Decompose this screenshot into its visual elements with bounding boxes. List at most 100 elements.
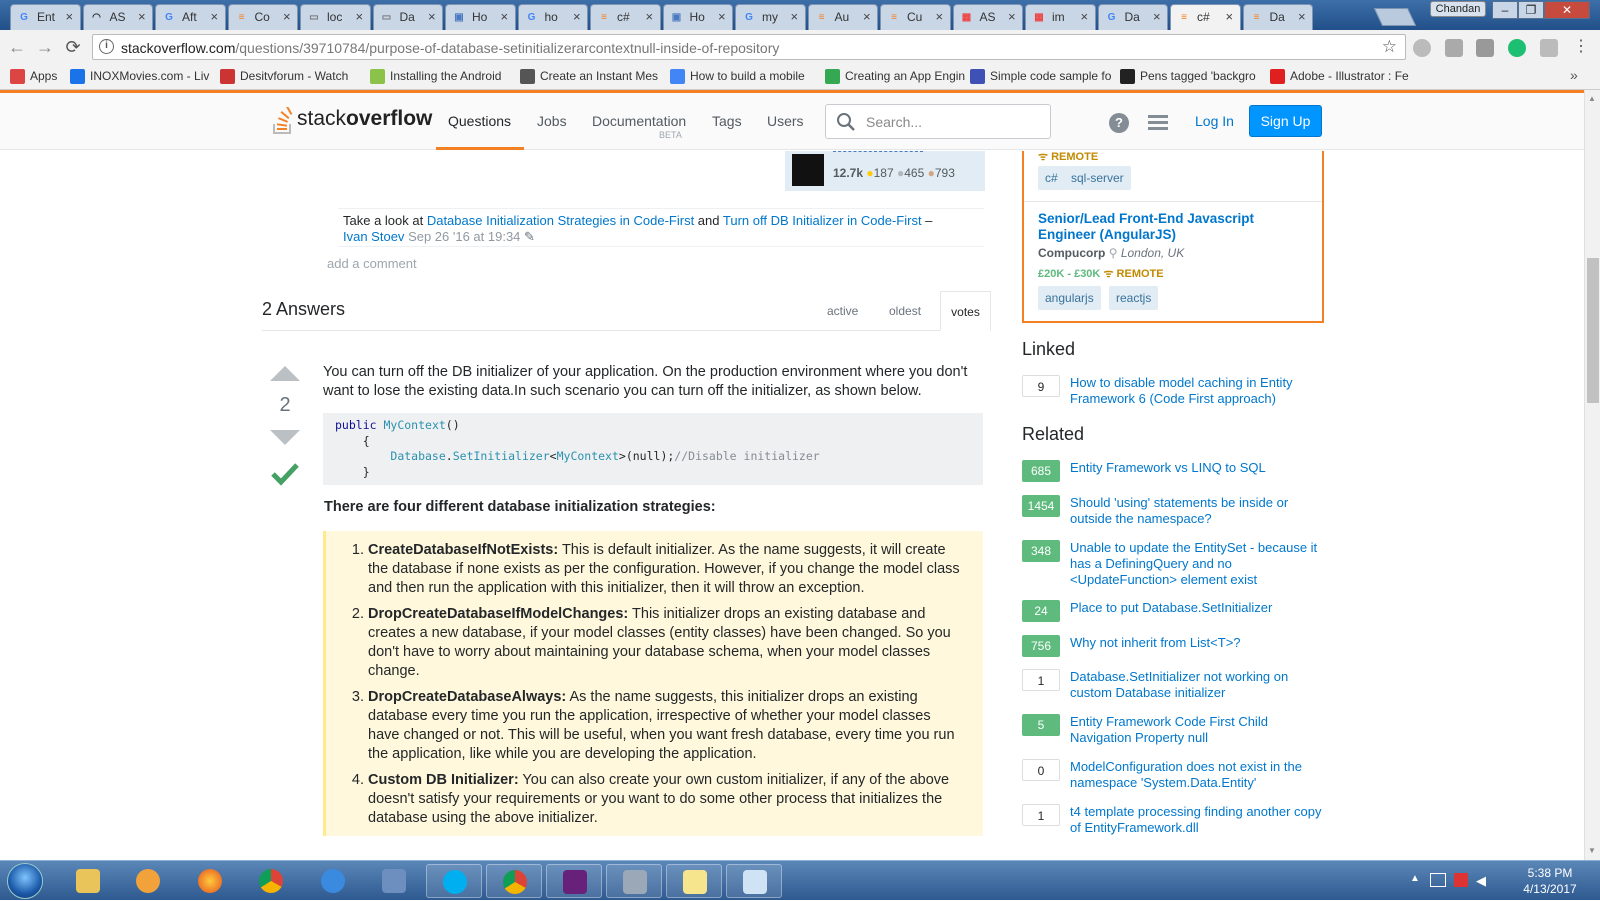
close-tab-icon[interactable]: × bbox=[936, 9, 944, 24]
question-link[interactable]: t4 template processing finding another c… bbox=[1070, 804, 1324, 836]
close-tab-icon[interactable]: × bbox=[138, 9, 146, 24]
close-tab-icon[interactable]: × bbox=[573, 9, 581, 24]
bookmark-item[interactable]: Desitvforum - Watch bbox=[220, 69, 348, 84]
back-icon[interactable]: ← bbox=[6, 36, 28, 58]
network-icon[interactable] bbox=[1430, 873, 1446, 887]
login-link[interactable]: Log In bbox=[1195, 113, 1234, 129]
bookmarks-overflow-icon[interactable]: » bbox=[1570, 67, 1578, 83]
question-score-badge[interactable]: 756 bbox=[1022, 635, 1060, 657]
signup-button[interactable]: Sign Up bbox=[1249, 105, 1322, 137]
taskbar-chrome-open[interactable] bbox=[486, 864, 542, 898]
bookmark-item[interactable]: Apps bbox=[10, 69, 57, 84]
browser-tab[interactable]: G Ent × bbox=[10, 4, 81, 30]
close-tab-icon[interactable]: × bbox=[1298, 9, 1306, 24]
close-tab-icon[interactable]: × bbox=[718, 9, 726, 24]
scroll-up-arrow-icon[interactable]: ▲ bbox=[1588, 94, 1596, 103]
browser-tab[interactable]: ≡ Cu × bbox=[880, 4, 951, 30]
question-link[interactable]: Unable to update the EntitySet - because… bbox=[1070, 540, 1324, 588]
tag-reactjs[interactable]: reactjs bbox=[1109, 286, 1159, 310]
taskbar-explorer[interactable] bbox=[60, 864, 116, 898]
bookmark-item[interactable]: Simple code sample fo bbox=[970, 69, 1111, 84]
start-button[interactable] bbox=[7, 863, 43, 899]
browser-tab[interactable]: ≡ Da × bbox=[1242, 4, 1313, 30]
tag-angularjs[interactable]: angularjs bbox=[1038, 286, 1101, 310]
extension-globe-icon[interactable] bbox=[1413, 39, 1431, 57]
browser-tab[interactable]: Gho × bbox=[517, 4, 588, 30]
browser-tab[interactable]: ▣ Ho × bbox=[662, 4, 733, 30]
close-tab-icon[interactable]: × bbox=[1008, 9, 1016, 24]
close-tab-icon[interactable]: × bbox=[66, 9, 74, 24]
taskbar-tool[interactable] bbox=[606, 864, 662, 898]
close-tab-icon[interactable]: × bbox=[283, 9, 291, 24]
question-score-badge[interactable]: 1454 bbox=[1022, 495, 1060, 517]
question-score-badge[interactable]: 5 bbox=[1022, 714, 1060, 736]
question-link[interactable]: Entity Framework vs LINQ to SQL bbox=[1070, 460, 1324, 476]
stackoverflow-logo[interactable]: stackoverflow bbox=[272, 107, 432, 134]
bookmark-star-icon[interactable]: ☆ bbox=[1382, 37, 1397, 57]
downvote-arrow-icon[interactable] bbox=[270, 430, 300, 445]
taskbar-skype[interactable] bbox=[426, 864, 482, 898]
taskbar-remote-desktop[interactable] bbox=[366, 864, 422, 898]
extension-camera-icon[interactable] bbox=[1476, 39, 1494, 57]
close-tab-icon[interactable]: × bbox=[501, 9, 509, 24]
site-switcher-icon[interactable] bbox=[1148, 115, 1168, 131]
close-tab-icon[interactable]: × bbox=[356, 9, 364, 24]
taskbar-ie[interactable] bbox=[305, 864, 361, 898]
tag-csharp[interactable]: c# bbox=[1038, 166, 1065, 190]
question-score-badge[interactable]: 1 bbox=[1022, 669, 1060, 691]
browser-tab[interactable]: Gmy × bbox=[735, 4, 806, 30]
browser-tab[interactable]: ▭ Da × bbox=[372, 4, 443, 30]
taskbar-sticky-notes[interactable] bbox=[666, 864, 722, 898]
job2-title-link[interactable]: Senior/Lead Front-End Javascript Enginee… bbox=[1038, 211, 1298, 243]
question-link[interactable]: Database.SetInitializer not working on c… bbox=[1070, 669, 1324, 701]
browser-tab[interactable]: ≡ Co × bbox=[227, 4, 298, 30]
question-link[interactable]: How to disable model caching in Entity F… bbox=[1070, 375, 1324, 407]
browser-tab[interactable]: G Da × bbox=[1097, 4, 1168, 30]
question-link[interactable]: Place to put Database.SetInitializer bbox=[1070, 600, 1324, 616]
nav-jobs[interactable]: Jobs bbox=[537, 113, 567, 129]
close-tab-icon[interactable]: × bbox=[211, 9, 219, 24]
bookmark-item[interactable]: How to build a mobile bbox=[670, 69, 805, 84]
sort-tab-oldest[interactable]: oldest bbox=[889, 304, 921, 318]
scroll-down-arrow-icon[interactable]: ▼ bbox=[1588, 846, 1596, 855]
extension-grammarly-icon[interactable] bbox=[1508, 39, 1526, 57]
close-tab-icon[interactable]: × bbox=[1226, 9, 1234, 24]
bookmark-item[interactable]: Installing the Android bbox=[370, 69, 501, 84]
browser-tab[interactable]: G Aft × bbox=[155, 4, 226, 30]
question-score-badge[interactable]: 685 bbox=[1022, 460, 1060, 482]
comment-link-strategies[interactable]: Database Initialization Strategies in Co… bbox=[427, 213, 694, 228]
taskbar-clock[interactable]: 5:38 PM 4/13/2017 bbox=[1510, 865, 1590, 897]
close-tab-icon[interactable]: × bbox=[791, 9, 799, 24]
nav-tags[interactable]: Tags bbox=[712, 113, 742, 129]
bookmark-item[interactable]: Adobe - Illustrator : Fe bbox=[1270, 69, 1409, 84]
browser-tab[interactable]: ▦ AS × bbox=[952, 4, 1023, 30]
page-scrollbar[interactable]: ▲ ▼ bbox=[1584, 90, 1600, 860]
address-bar[interactable]: i stackoverflow.com/questions/39710784/p… bbox=[92, 34, 1406, 60]
close-window-button[interactable]: ✕ bbox=[1544, 1, 1590, 19]
close-tab-icon[interactable]: × bbox=[646, 9, 654, 24]
browser-tab[interactable]: ≡ Au × bbox=[807, 4, 878, 30]
browser-tab[interactable]: ▭ loc × bbox=[300, 4, 371, 30]
question-score-badge[interactable]: 348 bbox=[1022, 540, 1060, 562]
chrome-menu-icon[interactable]: ⋮ bbox=[1570, 36, 1592, 58]
add-comment-link[interactable]: add a comment bbox=[327, 256, 417, 271]
upvote-arrow-icon[interactable] bbox=[270, 366, 300, 381]
close-tab-icon[interactable]: × bbox=[1081, 9, 1089, 24]
scrollbar-thumb[interactable] bbox=[1587, 258, 1599, 403]
close-tab-icon[interactable]: × bbox=[1153, 9, 1161, 24]
user-avatar[interactable] bbox=[792, 154, 824, 186]
browser-tab[interactable]: ≡ c# × bbox=[1170, 4, 1241, 30]
browser-tab[interactable]: ≡ c# × bbox=[590, 4, 661, 30]
question-score-badge[interactable]: 1 bbox=[1022, 804, 1060, 826]
maximize-button[interactable]: ❐ bbox=[1518, 1, 1544, 19]
comment-link-turn-off[interactable]: Turn off DB Initializer in Code-First bbox=[723, 213, 922, 228]
nav-users[interactable]: Users bbox=[767, 113, 804, 129]
question-score-badge[interactable]: 9 bbox=[1022, 375, 1060, 397]
new-tab-button[interactable] bbox=[1373, 8, 1417, 26]
question-link[interactable]: Should 'using' statements be inside or o… bbox=[1070, 495, 1324, 527]
sort-tab-votes[interactable]: votes bbox=[940, 291, 991, 331]
sort-tab-active[interactable]: active bbox=[827, 304, 858, 318]
browser-tab[interactable]: ▦ im × bbox=[1025, 4, 1096, 30]
browser-tab[interactable]: ◠ AS × bbox=[82, 4, 153, 30]
tray-expand-icon[interactable]: ▲ bbox=[1410, 873, 1420, 884]
